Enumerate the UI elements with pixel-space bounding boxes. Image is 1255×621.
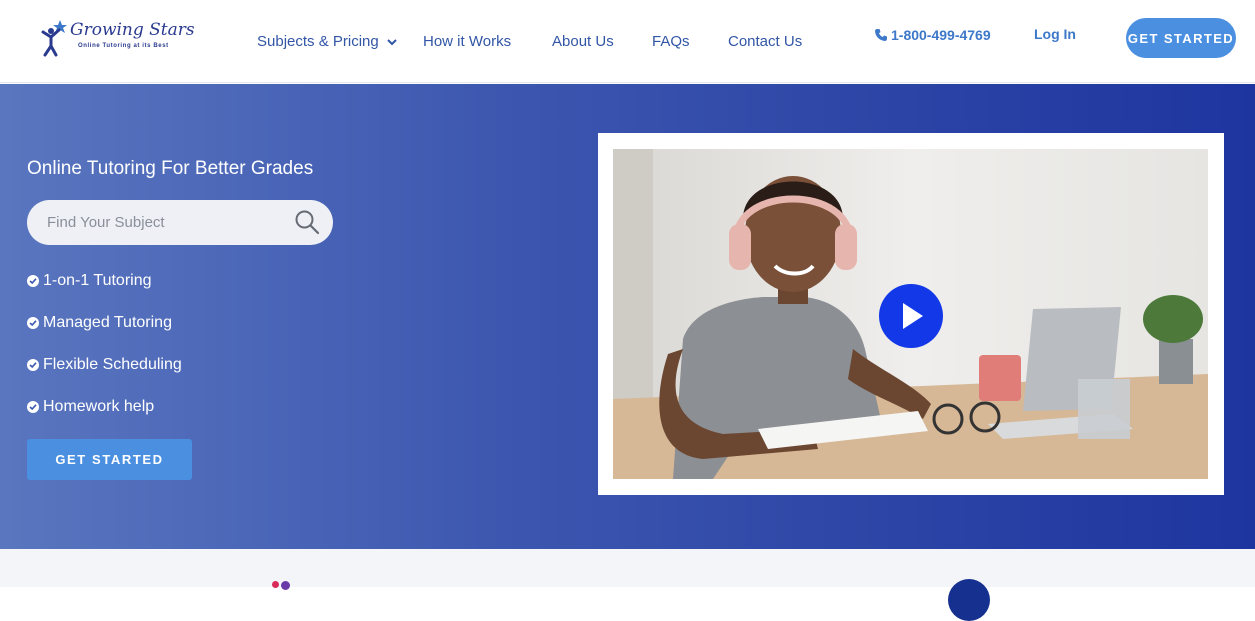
nav-subjects-pricing[interactable]: Subjects & Pricing bbox=[257, 33, 397, 50]
feature-label: 1-on-1 Tutoring bbox=[43, 272, 152, 289]
feature-item: Flexible Scheduling bbox=[27, 356, 182, 374]
subject-search-input[interactable] bbox=[47, 200, 297, 245]
play-button[interactable] bbox=[879, 284, 943, 348]
feature-label: Homework help bbox=[43, 398, 155, 415]
phone-icon bbox=[875, 29, 887, 41]
phone-number: 1-800-499-4769 bbox=[891, 27, 991, 43]
video-frame bbox=[598, 133, 1224, 495]
subject-search bbox=[27, 200, 333, 245]
star-figure-icon bbox=[41, 20, 67, 57]
play-icon bbox=[903, 303, 923, 329]
search-icon[interactable] bbox=[294, 209, 320, 235]
nav-contact-us[interactable]: Contact Us bbox=[728, 33, 802, 50]
next-section bbox=[0, 549, 1255, 621]
logo-title: Growing Stars bbox=[70, 20, 195, 40]
login-link[interactable]: Log In bbox=[1034, 26, 1076, 42]
hero-section: Online Tutoring For Better Grades 1-on-1… bbox=[0, 84, 1255, 549]
check-circle-icon bbox=[27, 359, 39, 371]
feature-label: Managed Tutoring bbox=[43, 314, 172, 331]
nav-how-it-works[interactable]: How it Works bbox=[423, 33, 511, 50]
site-header: Growing Stars Online Tutoring at its Bes… bbox=[0, 0, 1255, 83]
phone-link[interactable]: 1-800-499-4769 bbox=[874, 27, 991, 43]
get-started-hero-button[interactable]: GET STARTED bbox=[27, 439, 192, 480]
feature-item: 1-on-1 Tutoring bbox=[27, 272, 152, 290]
badge-circle-icon bbox=[948, 579, 990, 621]
nav-label: Subjects & Pricing bbox=[257, 33, 379, 50]
video-thumbnail[interactable] bbox=[613, 149, 1208, 479]
check-circle-icon bbox=[27, 317, 39, 329]
feature-label: Flexible Scheduling bbox=[43, 356, 182, 373]
feature-item: Homework help bbox=[27, 398, 154, 416]
brand-dot-icon bbox=[281, 581, 290, 590]
check-circle-icon bbox=[27, 275, 39, 287]
logo[interactable]: Growing Stars Online Tutoring at its Bes… bbox=[40, 18, 200, 58]
get-started-header-button[interactable]: GET STARTED bbox=[1126, 18, 1236, 58]
check-circle-icon bbox=[27, 401, 39, 413]
nav-faqs[interactable]: FAQs bbox=[652, 33, 690, 50]
logo-tagline: Online Tutoring at its Best bbox=[78, 43, 169, 49]
hero-title: Online Tutoring For Better Grades bbox=[27, 158, 314, 179]
feature-item: Managed Tutoring bbox=[27, 314, 172, 332]
nav-about-us[interactable]: About Us bbox=[552, 33, 614, 50]
chevron-down-icon bbox=[387, 39, 397, 46]
